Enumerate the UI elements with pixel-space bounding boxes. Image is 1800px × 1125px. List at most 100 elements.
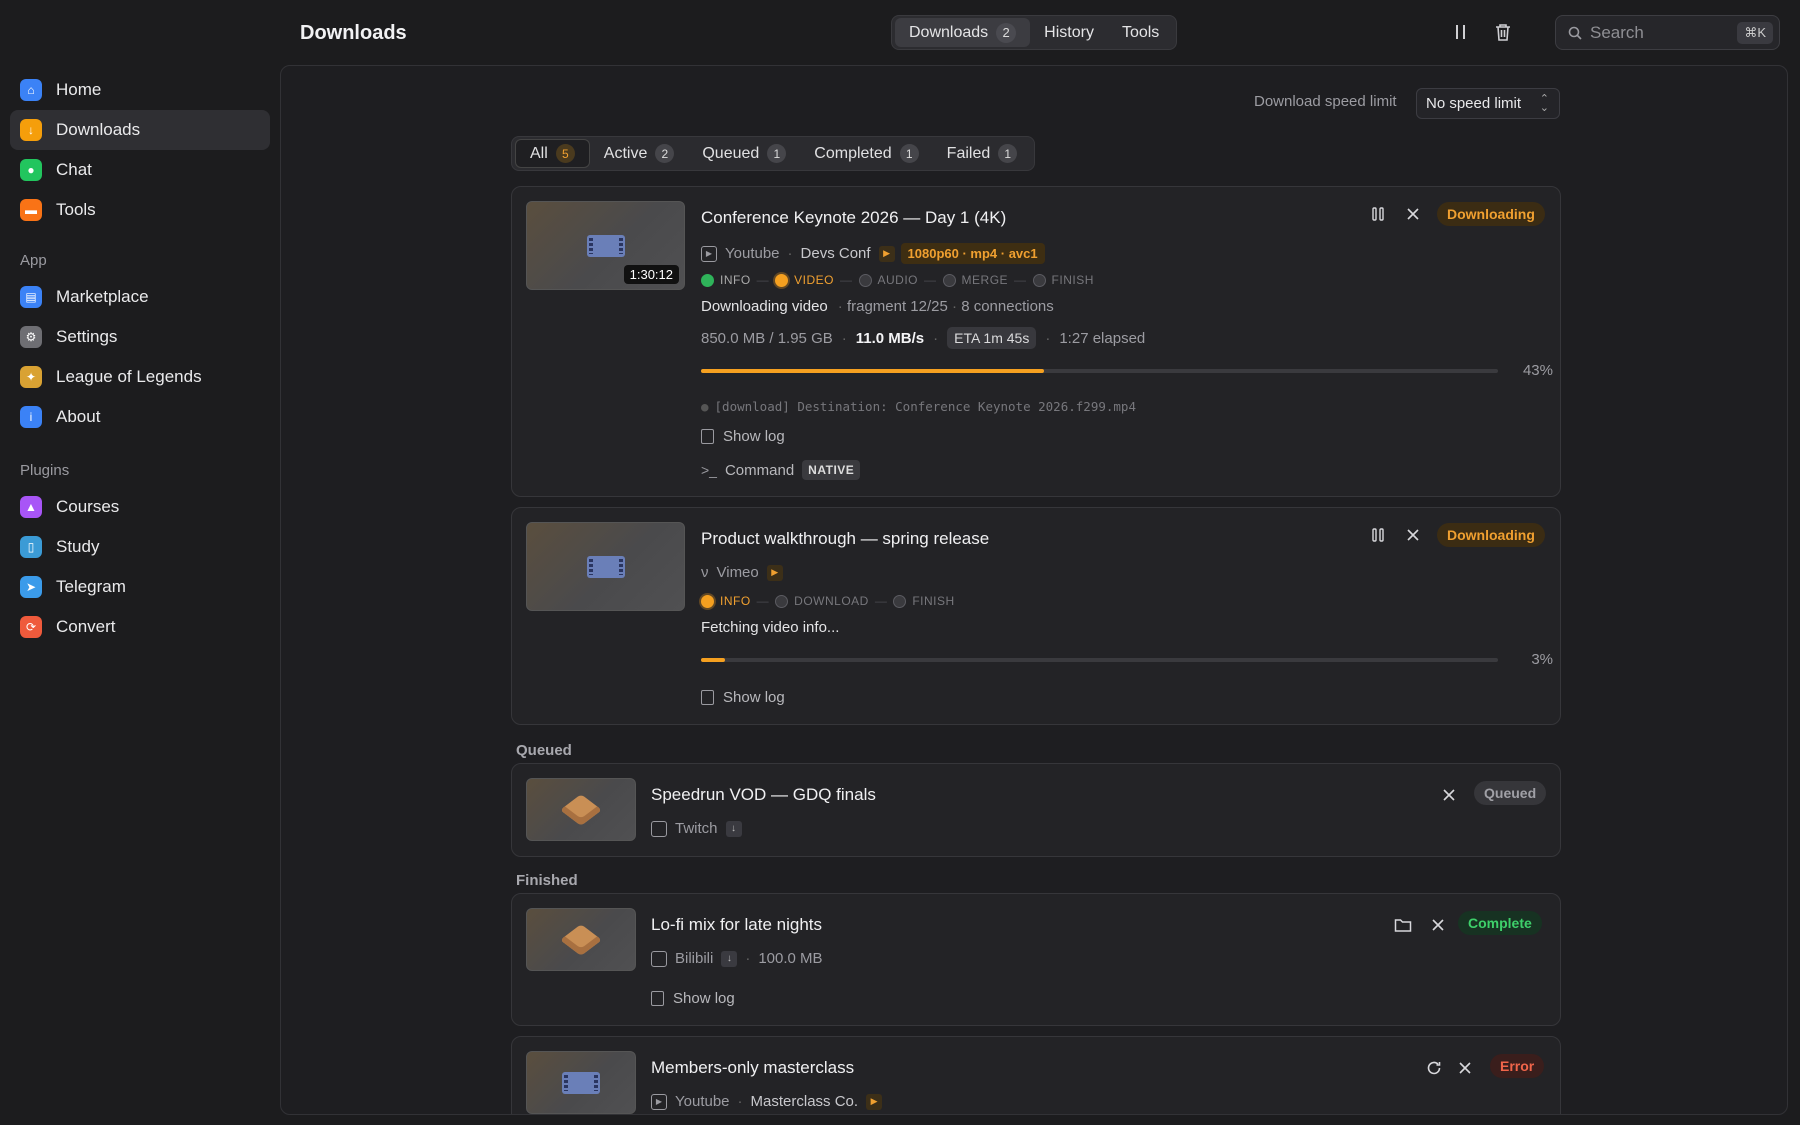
search-icon	[1568, 26, 1582, 40]
cancel-button[interactable]	[1402, 203, 1424, 225]
tab-label: History	[1044, 23, 1094, 41]
status-badge: Downloading	[1437, 202, 1545, 226]
transfer-speed: 11.0 MB/s	[855, 329, 925, 347]
step-active-icon	[775, 273, 789, 287]
sidebar-item-label: Telegram	[56, 577, 126, 596]
filter-count: 1	[767, 144, 787, 163]
close-icon	[1443, 789, 1455, 801]
filter-failed[interactable]: Failed 1	[933, 139, 1032, 168]
remove-button[interactable]	[1427, 914, 1449, 936]
step-pending-icon	[1032, 273, 1046, 287]
sidebar-item-home[interactable]: ⌂ Home	[10, 70, 270, 110]
open-folder-button[interactable]	[1392, 914, 1414, 936]
chat-icon: ●	[20, 159, 42, 181]
remove-button[interactable]	[1438, 784, 1460, 806]
progress-percent: 3%	[1531, 651, 1553, 668]
status-text: Fetching video info...	[701, 619, 840, 636]
source-name: Vimeo	[716, 564, 759, 581]
sidebar-item-chat[interactable]: ● Chat	[10, 150, 270, 190]
sidebar-item-about[interactable]: i About	[10, 397, 270, 437]
sidebar-item-downloads[interactable]: ↓ Downloads	[10, 110, 270, 150]
download-card: Product walkthrough — spring release ν V…	[511, 507, 1561, 725]
tab-history[interactable]: History	[1030, 18, 1108, 47]
group-label-finished: Finished	[516, 872, 578, 889]
source-name: Twitch	[675, 820, 718, 837]
gear-icon: ⚙	[20, 326, 42, 348]
command-toggle[interactable]: >_ Command NATIVE	[701, 460, 861, 480]
document-icon	[701, 690, 714, 705]
pause-icon	[1372, 528, 1384, 542]
clear-all-button[interactable]	[1492, 21, 1514, 43]
sidebar-item-courses[interactable]: ▲ Courses	[10, 487, 270, 527]
sidebar-item-tools[interactable]: ▬ Tools	[10, 190, 270, 230]
package-thumbnail	[526, 908, 636, 971]
separator: ·	[737, 1093, 743, 1110]
sidebar-item-label: Downloads	[56, 120, 141, 139]
youtube-icon: ▶	[701, 245, 717, 262]
info-icon: i	[20, 406, 42, 428]
pause-button[interactable]	[1367, 524, 1389, 546]
filter-label: Queued	[702, 144, 760, 162]
sidebar-item-label: Convert	[56, 617, 116, 636]
downloads-icon: ↓	[20, 119, 42, 141]
video-camera-icon: ▶	[766, 564, 783, 581]
sidebar: ⌂ Home ↓ Downloads ● Chat ▬ Tools App ▤ Marke…	[0, 0, 280, 1125]
pause-all-button[interactable]	[1450, 21, 1472, 43]
step-info: INFO	[701, 273, 751, 287]
filter-label: All	[530, 144, 548, 162]
show-log-button[interactable]: Show log	[701, 689, 785, 706]
status-line: Fetching video info...	[701, 619, 849, 636]
sidebar-item-label: League of Legends	[56, 367, 202, 386]
speed-limit-select[interactable]: No speed limit ⌃ ⌄	[1416, 88, 1560, 119]
tab-downloads[interactable]: Downloads 2	[895, 18, 1031, 47]
show-log-button[interactable]: Show log	[651, 990, 735, 1007]
download-card: Members-only masterclass ▶ Youtube · Mas…	[511, 1036, 1561, 1114]
step-merge: MERGE	[942, 273, 1009, 287]
speed-limit-value: No speed limit	[1426, 95, 1522, 112]
filter-queued[interactable]: Queued 1	[688, 139, 800, 168]
header-tabs: Downloads 2 History Tools	[891, 15, 1178, 50]
sidebar-item-telegram[interactable]: ➤ Telegram	[10, 567, 270, 607]
retry-button[interactable]	[1423, 1057, 1445, 1079]
sidebar-item-marketplace[interactable]: ▤ Marketplace	[10, 277, 270, 317]
cancel-button[interactable]	[1402, 524, 1424, 546]
twitch-icon	[651, 820, 667, 837]
step-label: INFO	[720, 273, 751, 287]
video-duration: 1:30:12	[623, 265, 679, 284]
filter-label: Completed	[814, 144, 892, 162]
folder-icon	[1394, 919, 1412, 932]
step-label: MERGE	[961, 273, 1009, 287]
show-log-button[interactable]: Show log	[701, 428, 785, 445]
filter-all[interactable]: All 5	[515, 139, 590, 168]
sidebar-item-league-of-legends[interactable]: ✦ League of Legends	[10, 357, 270, 397]
video-camera-icon: ▶	[878, 245, 895, 262]
section-label-plugins: Plugins	[20, 462, 70, 479]
step-separator: —	[924, 273, 937, 287]
close-icon	[1459, 1062, 1471, 1074]
step-separator: —	[840, 273, 853, 287]
search-box[interactable]: ⌘K	[1555, 15, 1780, 50]
package-icon	[560, 923, 602, 956]
filter-completed[interactable]: Completed 1	[800, 139, 932, 168]
pause-button[interactable]	[1367, 203, 1389, 225]
tab-tools[interactable]: Tools	[1108, 18, 1173, 47]
status-badge: Downloading	[1437, 523, 1545, 547]
transfer-size: 850.0 MB / 1.95 GB	[701, 329, 833, 347]
package-icon	[560, 793, 602, 826]
filter-active[interactable]: Active 2	[590, 139, 689, 168]
download-title: Members-only masterclass	[651, 1058, 855, 1077]
sidebar-item-label: Marketplace	[56, 287, 149, 306]
sidebar-item-study[interactable]: ▯ Study	[10, 527, 270, 567]
sidebar-item-settings[interactable]: ⚙ Settings	[10, 317, 270, 357]
progress-fill	[701, 658, 725, 662]
step-done-icon	[701, 273, 714, 287]
search-input[interactable]	[1590, 22, 1730, 43]
download-icon: ↓	[721, 950, 738, 967]
step-separator: —	[874, 594, 888, 608]
sidebar-item-convert[interactable]: ⟳ Convert	[10, 607, 270, 647]
film-icon	[586, 555, 625, 578]
game-icon: ✦	[20, 366, 42, 388]
show-log-label: Show log	[723, 689, 785, 706]
remove-button[interactable]	[1454, 1057, 1476, 1079]
film-icon	[562, 1071, 600, 1094]
